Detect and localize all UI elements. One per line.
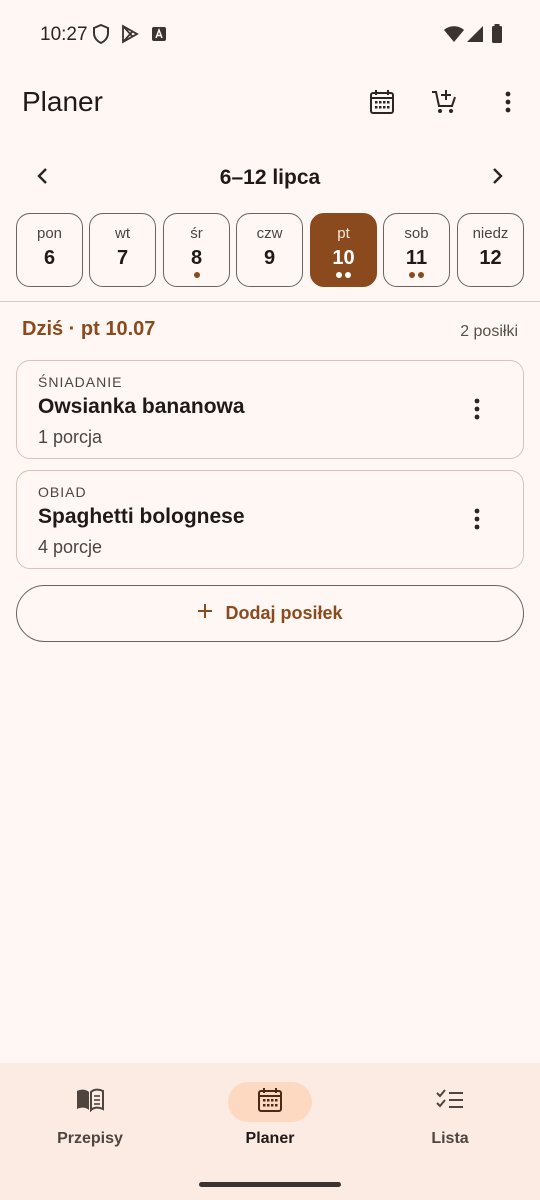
calendar-icon	[257, 1087, 283, 1118]
day-name: wt	[115, 225, 130, 242]
meal-type: OBIAD	[38, 484, 87, 500]
status-bar: 10:27	[0, 0, 540, 68]
meal-options-button[interactable]	[457, 501, 497, 541]
day-number: 12	[479, 247, 502, 269]
nav-item-przepisy[interactable]: Przepisy	[0, 1063, 180, 1173]
week-navigation: 6–12 lipca	[0, 158, 540, 198]
nav-label: Przepisy	[57, 1130, 123, 1147]
meal-dot	[418, 272, 424, 278]
font-icon	[151, 24, 167, 44]
battery-icon	[491, 24, 503, 44]
meal-portions: 1 porcja	[38, 427, 103, 447]
day-chip-czw[interactable]: czw 9	[236, 213, 303, 287]
day-name: pon	[36, 225, 63, 242]
day-chip-sob[interactable]: sob 11	[383, 213, 450, 287]
add-to-cart-button[interactable]	[424, 84, 464, 124]
day-chip-pon[interactable]: pon 6	[16, 213, 83, 287]
nav-icon-container	[228, 1082, 312, 1122]
day-name: sob	[404, 225, 429, 242]
add-meal-button[interactable]: Dodaj posiłek	[16, 585, 524, 642]
meal-indicator	[311, 272, 376, 278]
day-number: 7	[116, 247, 129, 269]
meal-options-button[interactable]	[457, 391, 497, 431]
meal-indicator	[384, 272, 449, 278]
status-time: 10:27	[40, 24, 88, 45]
today-label: Dziś · pt 10.07	[22, 318, 156, 340]
wifi-icon	[443, 24, 465, 44]
nav-icon-container	[48, 1082, 132, 1122]
nav-icon-container	[408, 1082, 492, 1122]
meal-count: 2 posiłki	[460, 323, 518, 340]
meal-card-lunch[interactable]: OBIAD Spaghetti bolognese 4 porcje	[16, 470, 524, 569]
meal-card-breakfast[interactable]: ŚNIADANIE Owsianka bananowa 1 porcja	[16, 360, 524, 459]
meal-type: ŚNIADANIE	[38, 374, 123, 390]
meal-dot	[409, 272, 415, 278]
day-chip-pt[interactable]: pt 10	[310, 213, 377, 287]
day-chip-niedz[interactable]: niedz 12	[457, 213, 524, 287]
day-number: 11	[405, 247, 428, 269]
day-chip-sr[interactable]: śr 8	[163, 213, 230, 287]
more-options-button[interactable]	[488, 84, 528, 124]
book-icon	[75, 1088, 105, 1117]
day-number: 9	[263, 247, 276, 269]
checklist-icon	[435, 1088, 465, 1117]
page-title: Planer	[22, 86, 103, 117]
plus-icon	[197, 603, 213, 624]
next-week-button[interactable]	[478, 158, 518, 198]
add-to-cart-icon	[430, 88, 458, 121]
meal-dot	[193, 272, 200, 278]
day-name: niedz	[472, 225, 509, 242]
day-name: czw	[256, 225, 283, 242]
day-number: 8	[190, 247, 203, 269]
day-number: 10	[332, 247, 355, 269]
chevron-left-icon	[36, 167, 48, 190]
divider	[0, 301, 540, 302]
play-store-icon	[121, 24, 139, 44]
meal-name: Spaghetti bolognese	[38, 505, 245, 528]
day-name: pt	[337, 225, 350, 242]
previous-week-button[interactable]	[22, 158, 62, 198]
home-indicator[interactable]	[199, 1182, 341, 1187]
nav-item-planer[interactable]: Planer	[180, 1063, 360, 1173]
shield-icon	[92, 24, 110, 44]
meal-dot	[345, 272, 351, 278]
more-vert-icon	[474, 508, 480, 535]
day-name: śr	[190, 225, 203, 242]
meal-name: Owsianka bananowa	[38, 395, 245, 418]
meal-dot	[336, 272, 342, 278]
day-strip: pon 6 wt 7 śr 8 czw 9 pt 10 sob 11 niedz…	[16, 213, 524, 287]
week-label: 6–12 lipca	[219, 166, 321, 189]
day-chip-wt[interactable]: wt 7	[89, 213, 156, 287]
calendar-icon	[369, 89, 395, 120]
bottom-navigation: Przepisy Planer Lista	[0, 1063, 540, 1200]
nav-label: Lista	[431, 1130, 469, 1147]
meal-indicator	[164, 272, 229, 278]
more-vert-icon	[474, 398, 480, 425]
meal-portions: 4 porcje	[38, 537, 103, 557]
more-vert-icon	[505, 91, 511, 118]
day-number: 6	[43, 247, 56, 269]
nav-label: Planer	[245, 1130, 295, 1147]
signal-icon	[466, 24, 484, 44]
chevron-right-icon	[492, 167, 504, 190]
nav-item-lista[interactable]: Lista	[360, 1063, 540, 1173]
add-meal-label: Dodaj posiłek	[225, 603, 343, 623]
calendar-button[interactable]	[362, 84, 402, 124]
